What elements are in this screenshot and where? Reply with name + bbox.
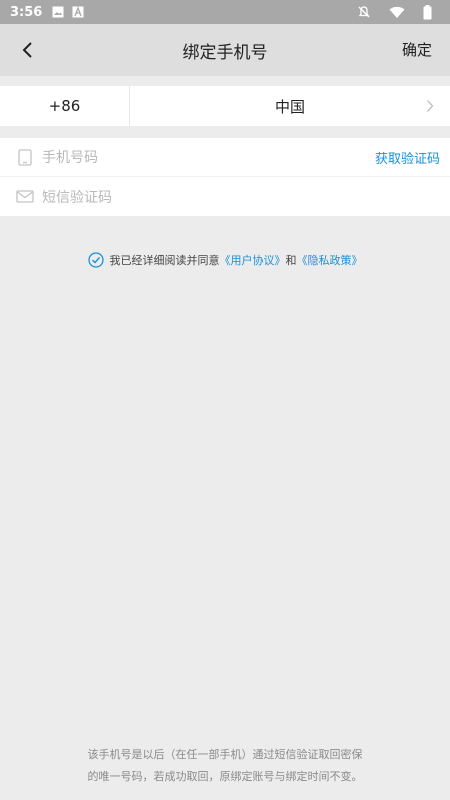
sms-code-row[interactable]: 短信验证码 [0, 177, 450, 216]
user-agreement-link[interactable]: 《用户协议》 [220, 252, 286, 268]
agreement-and: 和 [285, 254, 297, 267]
confirm-button[interactable]: 确定 [402, 39, 432, 60]
agree-checkbox[interactable] [87, 252, 104, 268]
footnote-line-1: 该手机号是以后（在任一部手机）通过短信验证取回密保 [87, 748, 363, 761]
sms-code-input[interactable]: 短信验证码 [42, 187, 112, 207]
page-title: 绑定手机号 [182, 42, 268, 63]
a-icon [72, 6, 84, 18]
phone-number-row[interactable]: 手机号码 获取验证码 [0, 138, 450, 177]
message-icon [16, 188, 34, 206]
back-arrow-icon [22, 42, 32, 58]
phone-icon [16, 148, 34, 166]
image-icon [52, 6, 64, 18]
country-name[interactable]: 中国 [130, 96, 450, 117]
status-bar: 3:56 [0, 0, 450, 24]
privacy-policy-link[interactable]: 《隐私政策》 [297, 252, 363, 268]
footnote-line-2: 的唯一号码，若成功取回，原绑定账号与绑定时间不变。 [87, 770, 363, 783]
status-time: 3:56 [10, 4, 43, 20]
footnote: 该手机号是以后（在任一部手机）通过短信验证取回密保 的唯一号码，若成功取回，原绑… [60, 744, 390, 788]
back-button[interactable] [14, 36, 42, 64]
mute-icon [357, 5, 371, 19]
chevron-right-icon [426, 98, 434, 117]
agreement-text: 我已经详细阅读并同意 [109, 254, 220, 267]
country-code[interactable]: +86 [0, 86, 130, 126]
agreement-row: 我已经详细阅读并同意 《用户协议》 和 《隐私政策》 [0, 252, 450, 268]
title-bar: 绑定手机号 确定 [0, 24, 450, 76]
country-selector-row[interactable]: +86 中国 [0, 86, 450, 126]
wifi-icon [389, 6, 405, 19]
phone-number-input[interactable]: 手机号码 [42, 147, 98, 167]
battery-icon [423, 4, 432, 20]
get-code-button[interactable]: 获取验证码 [375, 148, 440, 167]
